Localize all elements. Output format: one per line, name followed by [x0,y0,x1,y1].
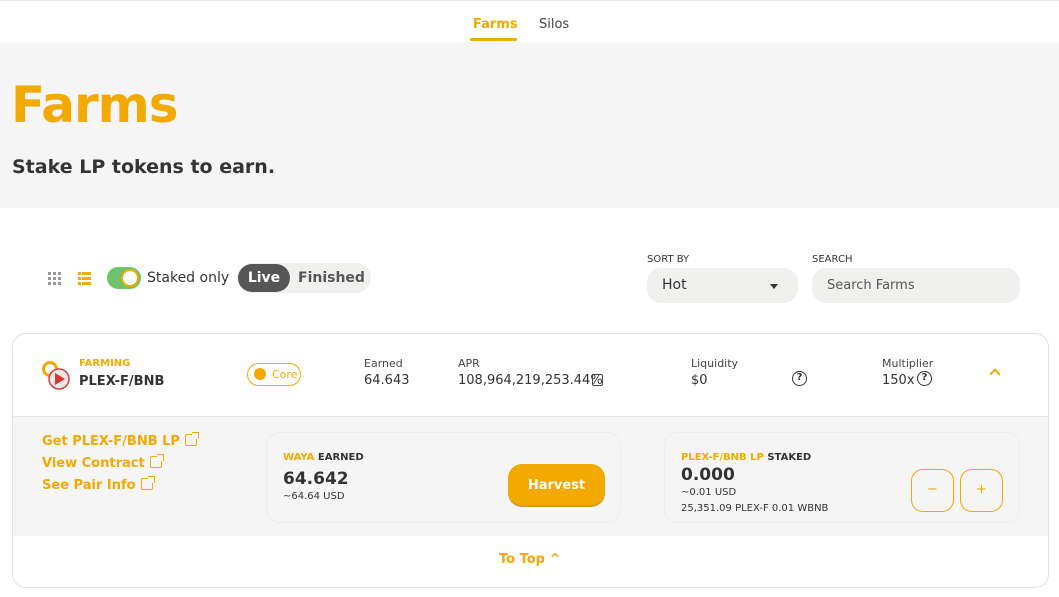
sort-select[interactable]: Hot [647,268,798,303]
to-top-link[interactable]: To Top ^ [499,552,560,567]
apr-label: APR [458,357,480,370]
hero-banner: Farms Stake LP tokens to earn. [0,42,1059,208]
multiplier-help-icon[interactable]: ? [917,371,932,386]
earned-label: Earned [364,357,403,370]
active-tab-underline [470,38,517,41]
unstake-button[interactable]: − [911,469,954,512]
external-link-icon [149,454,164,468]
token-pair-icon [42,361,70,390]
farm-card: FARMING PLEX-F/BNB Core Earned 64.643 AP… [12,333,1049,588]
toggle-knob [121,269,139,287]
check-badge-icon [254,368,266,380]
external-link-icon [140,476,155,490]
get-lp-link[interactable]: Get PLEX-F/BNB LP [42,432,199,449]
tab-silos[interactable]: Silos [539,17,569,32]
live-tab[interactable]: Live [238,264,290,292]
staked-panel: PLEX-F/BNB LP STAKED 0.000 ~0.01 USD 25,… [664,432,1020,523]
view-contract-link-label: View Contract [42,456,145,471]
page-subtitle: Stake LP tokens to earn. [12,156,276,178]
stake-button[interactable]: + [960,469,1003,512]
earned-panel: WAYA EARNED 64.642 ~64.64 USD Harvest [266,432,621,523]
staked-amount: 0.000 [681,465,735,485]
search-input[interactable] [812,268,1020,303]
liquidity-label: Liquidity [691,357,739,370]
see-pair-info-link-label: See Pair Info [42,478,136,493]
caret-down-icon [770,284,778,289]
see-pair-info-link[interactable]: See Pair Info [42,476,155,493]
apr-value: 108,964,219,253.44% [458,373,603,388]
chevron-up-icon[interactable] [989,368,1001,380]
staked-usd: ~0.01 USD [681,487,737,498]
earned-panel-title: WAYA EARNED [283,452,364,463]
harvest-button[interactable]: Harvest [508,464,605,507]
multiplier-value: 150x [882,373,915,388]
multiplier-label: Multiplier [882,357,934,370]
sub-navigation: Farms Silos [0,0,1059,42]
earned-amount: 64.642 [283,469,349,489]
earned-value: 64.643 [364,373,410,388]
farming-tag: FARMING [79,358,131,369]
grid-view-icon[interactable] [48,272,61,285]
earned-usd: ~64.64 USD [283,491,345,502]
status-segmented-control: Live Finished [237,263,371,293]
sort-value: Hot [662,277,687,293]
get-lp-link-label: Get PLEX-F/BNB LP [42,434,180,449]
staked-breakdown: 25,351.09 PLEX-F 0.01 WBNB [681,503,829,514]
external-link-icon [184,432,199,446]
staked-only-label: Staked only [147,270,230,286]
farm-row[interactable]: FARMING PLEX-F/BNB Core Earned 64.643 AP… [13,334,1048,416]
page-title: Farms [11,76,178,134]
view-contract-link[interactable]: View Contract [42,454,164,471]
staked-panel-title: PLEX-F/BNB LP STAKED [681,452,812,463]
liquidity-help-icon[interactable]: ? [792,371,807,386]
pair-name: PLEX-F/BNB [79,374,165,389]
finished-tab[interactable]: Finished [298,270,365,286]
tab-farms[interactable]: Farms [473,17,518,32]
search-label: SEARCH [812,254,853,265]
farm-details: Get PLEX-F/BNB LP View Contract See Pair… [13,416,1048,536]
calculator-icon[interactable] [592,374,603,386]
farm-controls: Staked only Live Finished SORT BY Hot SE… [0,250,1059,310]
core-badge: Core [247,363,301,386]
staked-only-toggle[interactable] [107,267,141,289]
core-badge-label: Core [272,368,298,381]
sort-by-label: SORT BY [647,254,690,265]
list-view-icon[interactable] [78,272,91,285]
liquidity-value: $0 [691,373,708,388]
